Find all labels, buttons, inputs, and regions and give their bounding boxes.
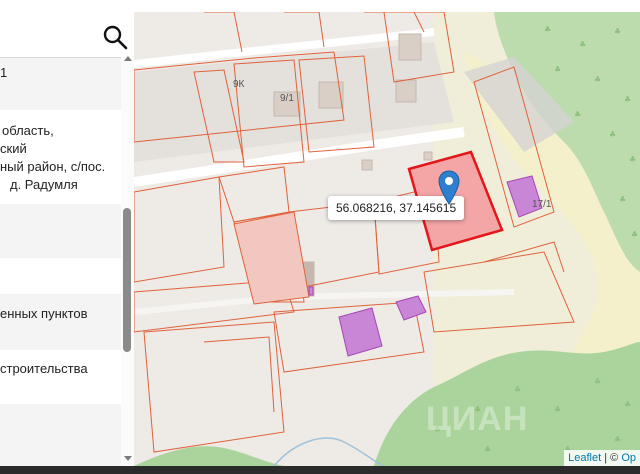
scroll-up-arrow-icon[interactable] [124, 56, 132, 61]
svg-text:♣: ♣ [574, 110, 581, 119]
svg-text:♣: ♣ [544, 25, 551, 34]
svg-text:♣: ♣ [594, 75, 601, 84]
cadastral-number-text: 1 [0, 65, 8, 80]
scroll-down-arrow-icon[interactable] [124, 456, 132, 461]
info-card [0, 404, 121, 466]
leaflet-link[interactable]: Leaflet [568, 452, 601, 464]
svg-text:♣: ♣ [631, 230, 638, 239]
svg-text:♣: ♣ [484, 445, 491, 454]
svg-text:♣: ♣ [629, 155, 636, 164]
cadastral-map[interactable]: ♣♣♣ ♣♣♣ ♣♣♣ ♣♣ ♣♣♣ ♣♣♣ ♣♣♣ [134, 12, 640, 466]
search-icon[interactable] [102, 24, 128, 50]
address-line: д. Радумля [10, 177, 78, 192]
svg-text:♣: ♣ [514, 385, 521, 394]
panel-scrollbar[interactable] [121, 56, 134, 466]
cadastral-number-card: 1 [0, 58, 121, 110]
map-attribution: Leaflet | © Op [564, 450, 640, 466]
svg-text:♣: ♣ [554, 65, 561, 74]
address-line: ский [0, 141, 27, 156]
info-card [0, 258, 121, 294]
map-marker-icon[interactable] [438, 170, 460, 206]
address-card: область, ский ный район, с/пос. д. Радум… [0, 110, 121, 204]
info-panel: 1 область, ский ный район, с/пос. д. Рад… [0, 0, 134, 466]
building-label: 9/1 [280, 93, 294, 104]
svg-text:♣: ♣ [614, 435, 621, 444]
land-category-card: енных пунктов [0, 294, 121, 350]
building-label: 9К [233, 79, 245, 90]
svg-text:♣: ♣ [614, 27, 621, 36]
address-text: область, ский ный район, с/пос. д. Радум… [0, 122, 105, 194]
building-label: 17/1 [532, 199, 552, 210]
permitted-use-text: строительства [0, 361, 88, 376]
map-tiles: ♣♣♣ ♣♣♣ ♣♣♣ ♣♣ ♣♣♣ ♣♣♣ ♣♣♣ [134, 12, 640, 466]
svg-text:♣: ♣ [579, 40, 586, 49]
watermark-logo: ЦИАН [426, 400, 529, 438]
info-card [0, 204, 121, 258]
attribution-separator: | © [601, 452, 622, 464]
osm-link[interactable]: Op [621, 452, 636, 464]
search-bar[interactable] [0, 14, 134, 58]
svg-text:♣: ♣ [609, 130, 616, 139]
svg-text:♣: ♣ [624, 95, 631, 104]
svg-text:♣: ♣ [554, 405, 561, 414]
permitted-use-card: строительства [0, 350, 121, 404]
svg-text:♣: ♣ [594, 377, 601, 386]
address-line: область, [2, 123, 54, 138]
svg-text:♣: ♣ [619, 195, 626, 204]
address-line: ный район, с/пос. [0, 159, 106, 174]
land-category-text: енных пунктов [0, 306, 88, 321]
svg-text:♣: ♣ [624, 400, 631, 409]
scroll-thumb[interactable] [123, 208, 131, 352]
bottom-bar [0, 466, 640, 474]
